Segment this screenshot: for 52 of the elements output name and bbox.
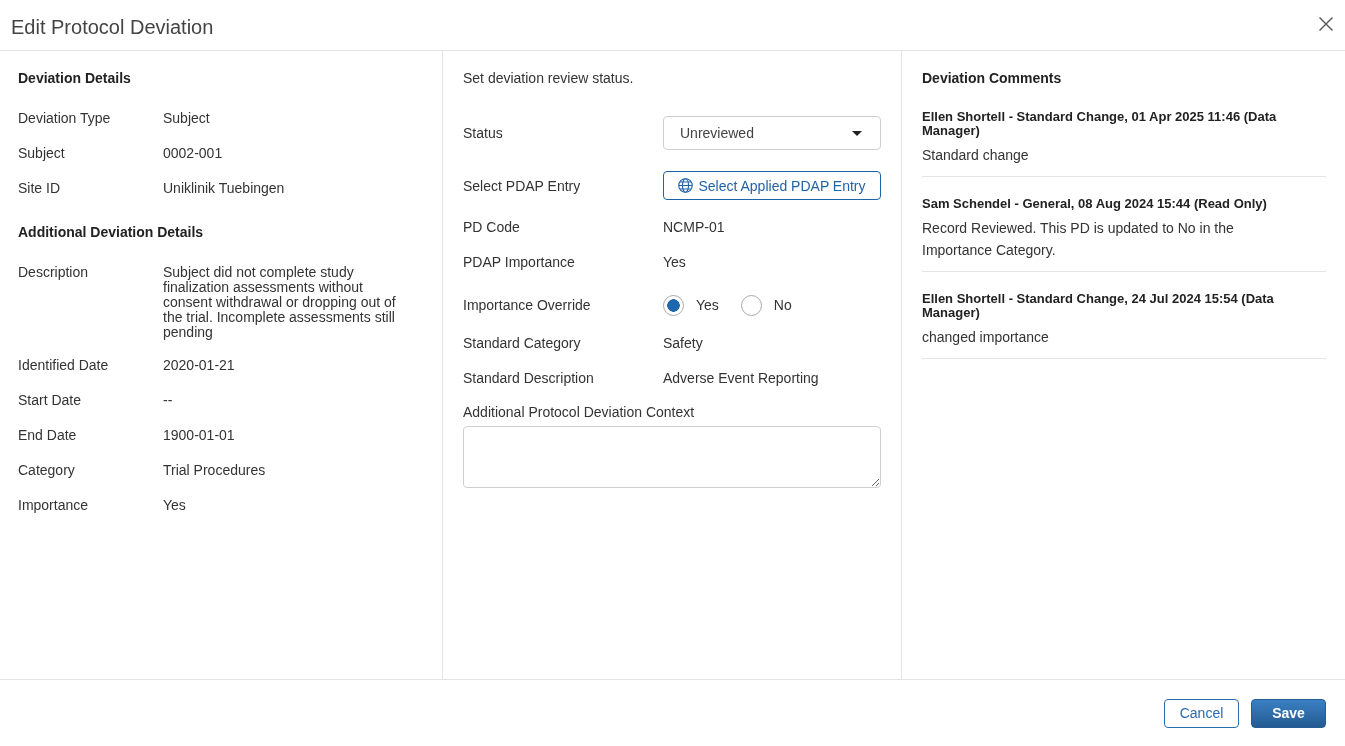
- section-heading: Deviation Details: [18, 69, 132, 88]
- field-label: PDAP Importance: [463, 253, 576, 272]
- section-heading: Deviation Comments: [922, 69, 1063, 88]
- radio-button[interactable]: [740, 294, 762, 316]
- field-value: NCMP-01: [663, 218, 725, 237]
- field-value: --: [163, 392, 174, 408]
- field-value: Uniklinik Tuebingen: [163, 180, 286, 196]
- status-select[interactable]: Unreviewed: [663, 116, 881, 150]
- field-label: End Date: [18, 425, 78, 445]
- field-label: Importance Override: [463, 296, 592, 315]
- cancel-button[interactable]: Cancel: [1164, 698, 1239, 728]
- comment-text: Standard change: [922, 146, 1030, 165]
- save-button[interactable]: Save: [1251, 698, 1326, 728]
- field-label: Standard Category: [463, 333, 582, 353]
- caret-icon: [852, 130, 862, 136]
- field-label: Standard Description: [463, 368, 595, 388]
- field-value: 2020-01-21: [163, 357, 236, 373]
- field-value: 0002-001: [163, 145, 224, 161]
- comment-author: Sam Schendel - General, 08 Aug 2024 15:44 (Read Only): [922, 197, 1268, 211]
- radio-label[interactable]: Yes: [696, 295, 719, 315]
- globe-icon: [678, 178, 694, 193]
- section-heading: Additional Deviation Details: [18, 223, 205, 242]
- field-label: Start Date: [18, 390, 83, 410]
- field-value: Adverse Event Reporting: [663, 368, 819, 388]
- comment-text: Record Reviewed. This PD is updated to No in the Importance Category.: [922, 219, 1235, 260]
- radio-label[interactable]: No: [773, 295, 792, 315]
- field-label: Site ID: [18, 178, 61, 198]
- field-label: Identified Date: [18, 355, 110, 375]
- field-label: Category: [18, 460, 76, 480]
- field-label: Importance: [18, 495, 90, 515]
- dialog-title: Edit Protocol Deviation: [11, 14, 214, 39]
- comment-author: Ellen Shortell - Standard Change, 24 Jul 2024 15:54 (Data Manager): [922, 292, 1275, 320]
- close-icon[interactable]: [1319, 17, 1333, 31]
- field-value: Subject did not complete study finalization assessments without consent withdrawal or dropping out of the trial. Incomplete assessments still pending: [163, 264, 397, 340]
- field-label: Subject: [18, 143, 66, 163]
- field-label: Description: [18, 262, 90, 282]
- field-value: 1900-01-01: [163, 427, 236, 443]
- field-label: Deviation Type: [18, 108, 112, 128]
- instruction-text: Set deviation review status.: [463, 69, 635, 88]
- field-value: Yes: [163, 497, 187, 513]
- field-label: Select PDAP Entry: [463, 176, 582, 196]
- field-value: Trial Procedures: [163, 462, 267, 478]
- select-entry-button[interactable]: Select Applied PDAP Entry: [663, 171, 881, 200]
- field-label: Status: [463, 124, 504, 143]
- field-label: PD Code: [463, 218, 521, 237]
- radio-button[interactable]: [663, 294, 684, 316]
- field-value: Safety: [663, 333, 703, 353]
- field-label: Additional Protocol Deviation Context: [463, 403, 696, 422]
- field-value: Subject: [163, 110, 211, 126]
- comment-author: Ellen Shortell - Standard Change, 01 Apr 2025 11:46 (Data Manager): [922, 110, 1278, 138]
- comment-text: changed importance: [922, 328, 1050, 347]
- field-value: Yes: [663, 253, 686, 272]
